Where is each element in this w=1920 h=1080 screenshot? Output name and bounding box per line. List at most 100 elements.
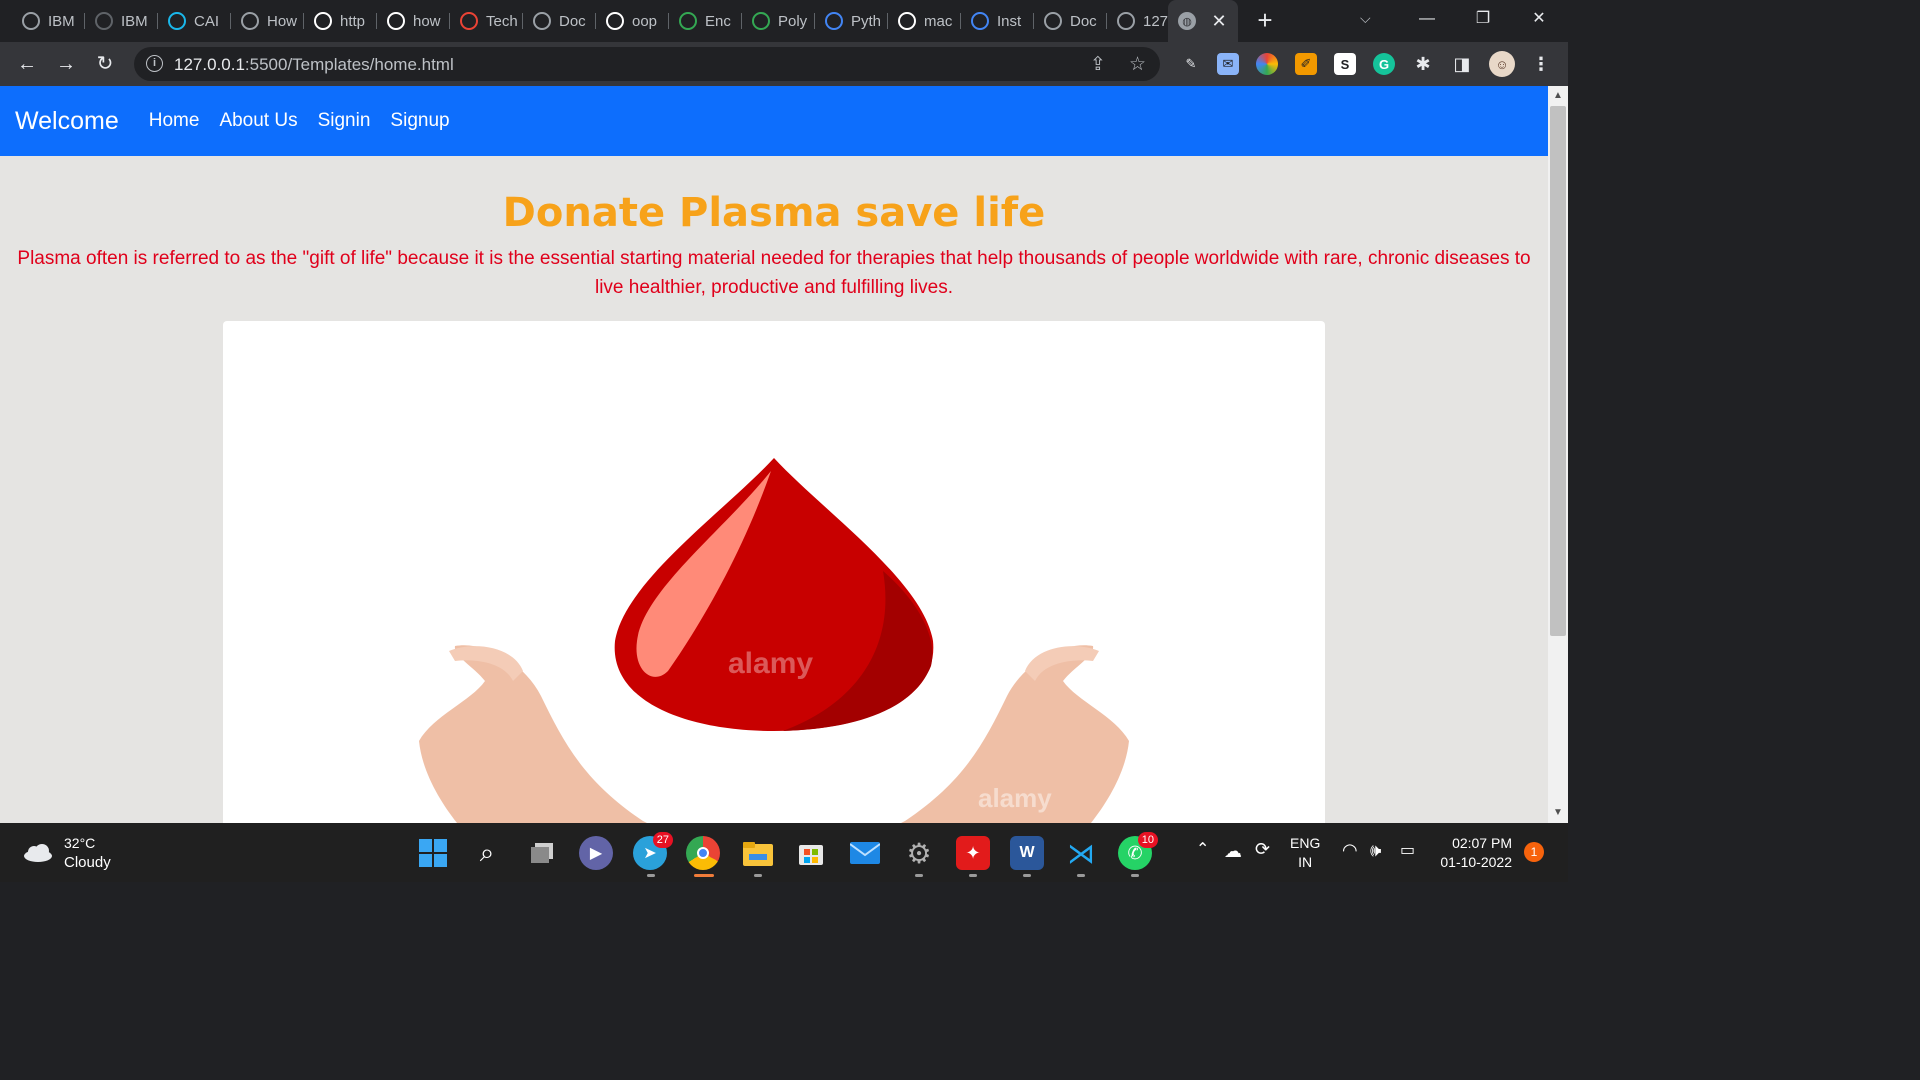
navbar-brand[interactable]: Welcome	[15, 107, 119, 136]
page-title: Donate Plasma save life	[502, 190, 1046, 236]
vscode-icon[interactable]: ⋊	[1064, 836, 1098, 870]
menu-kebab-icon[interactable]: ⋮	[1530, 53, 1552, 75]
sync-icon[interactable]: ⟳	[1255, 839, 1270, 898]
bookmark-star-icon[interactable]: ☆	[1129, 53, 1146, 76]
acrobat-icon[interactable]: ✦	[956, 836, 990, 870]
language-indicator[interactable]: ENG IN	[1290, 834, 1320, 893]
system-clock[interactable]: 02:07 PM 01-10-2022	[1436, 834, 1512, 872]
back-button[interactable]: ←	[14, 51, 40, 77]
battery-icon[interactable]: ▭	[1400, 840, 1415, 899]
forward-button[interactable]: →	[53, 51, 79, 77]
browser-tab[interactable]: Doc	[1034, 6, 1107, 36]
b-icon	[752, 12, 770, 30]
browser-tab[interactable]: CAI	[158, 6, 231, 36]
browser-tab[interactable]: Inst	[961, 6, 1034, 36]
scroll-down-arrow-icon[interactable]: ▼	[1548, 805, 1568, 821]
tab-label: CAI	[194, 12, 220, 30]
nav-link-about[interactable]: About Us	[219, 110, 297, 132]
edit-extension-icon[interactable]: ✎	[1180, 53, 1202, 75]
onedrive-icon[interactable]: ☁	[1224, 841, 1242, 900]
page-scrollbar[interactable]: ▲ ▼	[1548, 86, 1568, 823]
new-tab-button[interactable]: +	[1252, 7, 1278, 33]
reload-button[interactable]: ↻	[92, 51, 118, 77]
microsoft-store-icon[interactable]	[794, 836, 828, 870]
telegram-badge: 27	[652, 832, 673, 848]
word-icon[interactable]: W	[1010, 836, 1044, 870]
globe-icon	[533, 12, 551, 30]
grammarly-icon[interactable]: G	[1373, 53, 1395, 75]
notes-extension-icon[interactable]: ✐	[1295, 53, 1317, 75]
scrollbar-thumb[interactable]	[1550, 106, 1566, 636]
globe-icon	[1117, 12, 1135, 30]
gmail-icon	[460, 12, 478, 30]
chrome-icon[interactable]	[686, 836, 720, 870]
browser-tab[interactable]: Tech	[450, 6, 523, 36]
search-icon[interactable]: ⌕	[470, 836, 504, 870]
tray-chevron-icon[interactable]: ⌃	[1196, 839, 1209, 898]
browser-toolbar: ← → ↻ i 127.0.0.1:5500/Templates/home.ht…	[0, 42, 1568, 86]
nav-link-home[interactable]: Home	[149, 110, 200, 132]
whatsapp-badge: 10	[1137, 832, 1158, 848]
browser-tab[interactable]: how	[377, 6, 450, 36]
tab-label: 127	[1143, 12, 1169, 30]
scroll-up-arrow-icon[interactable]: ▲	[1548, 88, 1568, 104]
hero-image-card: alamy alamy	[223, 321, 1325, 823]
tab-label: Doc	[1070, 12, 1097, 30]
browser-tab[interactable]: http	[304, 6, 377, 36]
nav-link-signin[interactable]: Signin	[318, 110, 371, 132]
tab-label: Poly	[778, 12, 808, 30]
tab-label: Inst	[997, 12, 1022, 30]
watermark-text-2: alamy	[978, 783, 1052, 813]
globe-icon	[22, 12, 40, 30]
volume-icon[interactable]: 🕪	[1370, 840, 1381, 899]
browser-tab[interactable]: IBM	[12, 6, 85, 36]
color-extension-icon[interactable]	[1256, 53, 1278, 75]
site-info-icon[interactable]: i	[146, 55, 163, 72]
settings-gear-icon[interactable]: ⚙	[902, 836, 936, 870]
browser-tab[interactable]: Pyth	[815, 6, 888, 36]
browser-tab[interactable]: IBM	[85, 6, 158, 36]
whatsapp-icon[interactable]: ✆ 10	[1118, 832, 1158, 870]
telegram-icon[interactable]: ➤ 27	[633, 832, 673, 870]
restore-button[interactable]: ❐	[1468, 6, 1498, 32]
nav-link-signup[interactable]: Signup	[390, 110, 449, 132]
browser-tab[interactable]: Enc	[669, 6, 742, 36]
browser-tab[interactable]: Poly	[742, 6, 815, 36]
windows-taskbar: 32°C Cloudy ⌕ ▶ ➤ 27 ⚙ ✦ W ⋊ ✆ 10 ⌃ ☁ ⟳ EN…	[0, 823, 1568, 882]
url-text[interactable]: 127.0.0.1:5500/Templates/home.html	[174, 55, 454, 75]
blood-drop-hands-image: alamy alamy	[419, 458, 1129, 823]
running-indicator	[754, 874, 762, 877]
tab-label: IBM	[48, 12, 75, 30]
file-explorer-icon[interactable]	[741, 836, 775, 870]
cloud-icon	[22, 843, 54, 863]
github-icon	[95, 12, 113, 30]
mail-icon[interactable]	[848, 836, 882, 870]
tab-label: Pyth	[851, 12, 882, 30]
s-extension-icon[interactable]: S	[1334, 53, 1356, 75]
wifi-icon[interactable]: ◠	[1342, 840, 1358, 899]
address-bar[interactable]: i 127.0.0.1:5500/Templates/home.html ⇪ ☆	[134, 47, 1160, 81]
teams-chat-icon[interactable]: ▶	[579, 836, 613, 870]
tab-label: how	[413, 12, 441, 30]
browser-tab[interactable]: mac	[888, 6, 961, 36]
active-indicator	[694, 874, 714, 877]
tab-search-chevron-icon[interactable]: ⌵	[1360, 10, 1371, 27]
temperature-text: 32°C	[64, 835, 96, 851]
world-icon	[971, 12, 989, 30]
profile-avatar[interactable]: ☺	[1489, 51, 1515, 77]
start-windows-icon[interactable]	[416, 836, 450, 870]
share-icon[interactable]: ⇪	[1090, 53, 1106, 76]
mail-extension-icon[interactable]: ✉	[1217, 53, 1239, 75]
close-window-button[interactable]: ✕	[1524, 6, 1554, 32]
google-icon	[898, 12, 916, 30]
close-tab-icon[interactable]: ✕	[1208, 10, 1230, 32]
side-panel-icon[interactable]: ◨	[1451, 53, 1473, 75]
notification-badge[interactable]: 1	[1524, 842, 1544, 862]
minimize-button[interactable]: —	[1412, 6, 1442, 32]
browser-tab[interactable]: How	[231, 6, 304, 36]
task-view-icon[interactable]	[525, 836, 559, 870]
browser-tab[interactable]: Doc	[523, 6, 596, 36]
extensions-puzzle-icon[interactable]: ✱	[1412, 53, 1434, 75]
browser-tab[interactable]: oop	[596, 6, 669, 36]
weather-widget[interactable]: 32°C Cloudy	[22, 833, 111, 873]
